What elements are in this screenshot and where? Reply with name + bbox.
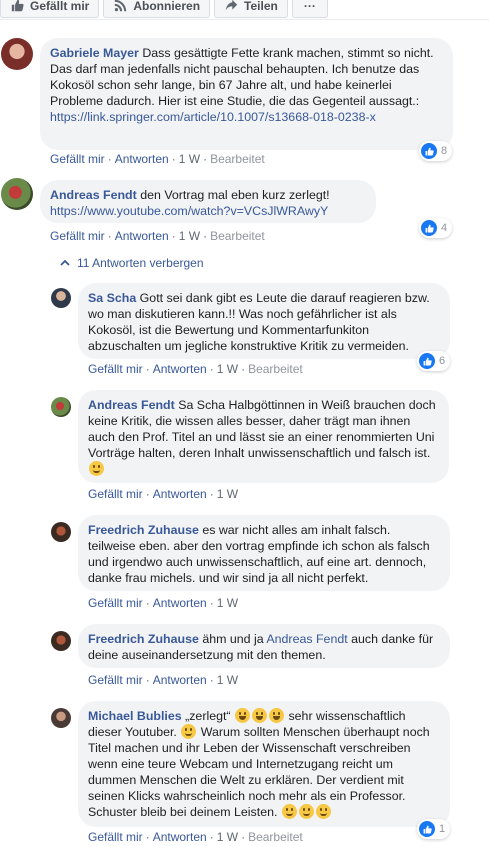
- like-comment-link[interactable]: Gefällt mir: [88, 830, 143, 844]
- reaction-count[interactable]: 1: [417, 819, 451, 839]
- edited-label[interactable]: Bearbeitet: [248, 362, 303, 376]
- comment-time[interactable]: 1 W: [217, 596, 238, 610]
- like-comment-link[interactable]: Gefällt mir: [88, 362, 143, 376]
- avatar[interactable]: [51, 631, 71, 651]
- thinking-emoji-icon: [89, 461, 104, 476]
- comment-time[interactable]: 1 W: [179, 229, 200, 243]
- laughing-emoji-icon: [252, 708, 268, 723]
- comment-author[interactable]: Andreas Fendt: [50, 188, 137, 202]
- reply-link[interactable]: Antworten: [115, 152, 169, 166]
- like-reaction-icon: [421, 143, 437, 159]
- reply-link[interactable]: Antworten: [153, 596, 207, 610]
- reaction-count[interactable]: 8: [419, 141, 453, 161]
- reaction-count[interactable]: 6: [417, 351, 451, 371]
- reply-author[interactable]: Sa Scha: [88, 291, 136, 305]
- reply-link[interactable]: Antworten: [153, 830, 207, 844]
- reply-actions: Gefällt mir · Antworten · 1 W: [88, 487, 239, 501]
- reply-bubble: Freedrich Zuhause es war nicht alles am …: [78, 515, 450, 591]
- avatar[interactable]: [1, 38, 33, 70]
- edited-label[interactable]: Bearbeitet: [210, 152, 265, 166]
- like-reaction-icon: [421, 220, 437, 236]
- reply-text: Warum sollten Menschen überhaupt noch Ti…: [88, 725, 430, 819]
- thinking-emoji-icon: [181, 724, 197, 739]
- thinking-emoji-icon: [315, 804, 331, 819]
- reply-link[interactable]: Antworten: [115, 229, 169, 243]
- like-comment-link[interactable]: Gefällt mir: [88, 487, 143, 501]
- hide-replies-label: 11 Antworten verbergen: [77, 256, 204, 270]
- share-arrow-icon: [224, 0, 238, 13]
- comment-time[interactable]: 1 W: [217, 673, 238, 687]
- more-options-label: ···: [303, 0, 316, 13]
- reply-actions: Gefällt mir · Antworten · 1 W: [88, 596, 239, 610]
- share-label: Teilen: [244, 0, 278, 13]
- comment-time[interactable]: 1 W: [217, 487, 238, 501]
- reaction-number: 4: [441, 222, 448, 234]
- avatar[interactable]: [51, 708, 71, 728]
- reaction-count[interactable]: 4: [419, 218, 453, 238]
- chevron-up-icon: [60, 258, 70, 268]
- reply-bubble: Sa Scha Gott sei dank gibt es Leute die …: [78, 283, 450, 359]
- comment-time[interactable]: 1 W: [217, 830, 238, 844]
- comment-bubble: Andreas Fendt den Vortrag mal eben kurz …: [40, 180, 376, 223]
- reaction-number: 1: [439, 823, 446, 835]
- like-post-label: Gefällt mir: [30, 0, 90, 13]
- reaction-number: 6: [439, 355, 446, 367]
- like-reaction-icon: [419, 353, 435, 369]
- edited-label[interactable]: Bearbeitet: [210, 229, 265, 243]
- thinking-emoji-icon: [281, 804, 297, 819]
- reply-author[interactable]: Freedrich Zuhause: [88, 523, 199, 537]
- avatar[interactable]: [51, 288, 71, 308]
- divider: [0, 19, 489, 20]
- reply-actions: Gefällt mir · Antworten · 1 W · Bearbeitet: [88, 362, 303, 376]
- like-comment-link[interactable]: Gefällt mir: [50, 229, 105, 243]
- avatar[interactable]: [51, 522, 71, 542]
- hide-replies-toggle[interactable]: 11 Antworten verbergen: [60, 256, 204, 270]
- reply-link[interactable]: Antworten: [153, 487, 207, 501]
- comment-text: den Vortrag mal eben kurz zerlegt!: [140, 188, 330, 202]
- comment-author[interactable]: Gabriele Mayer: [50, 46, 139, 60]
- laughing-emoji-icon: [269, 708, 285, 723]
- laughing-emoji-icon: [235, 708, 251, 723]
- more-options-button[interactable]: ···: [291, 0, 328, 18]
- share-button[interactable]: Teilen: [214, 0, 288, 18]
- comment-link[interactable]: https://link.springer.com/article/10.100…: [50, 110, 376, 124]
- edited-label[interactable]: Bearbeitet: [248, 830, 303, 844]
- thumbs-up-icon: [10, 0, 24, 13]
- mention-link[interactable]: Andreas Fendt: [266, 632, 347, 646]
- avatar[interactable]: [1, 178, 33, 210]
- reply-link[interactable]: Antworten: [153, 362, 207, 376]
- like-comment-link[interactable]: Gefällt mir: [88, 673, 143, 687]
- reaction-number: 8: [441, 145, 448, 157]
- subscribe-label: Abonnieren: [133, 0, 201, 13]
- comment-time[interactable]: 1 W: [217, 362, 238, 376]
- avatar[interactable]: [51, 397, 71, 417]
- reply-author[interactable]: Freedrich Zuhause: [88, 632, 199, 646]
- like-post-button[interactable]: Gefällt mir: [0, 0, 100, 18]
- reply-actions: Gefällt mir · Antworten · 1 W: [88, 673, 239, 687]
- rss-icon: [113, 0, 127, 13]
- comment-link[interactable]: https://www.youtube.com/watch?v=VCsJlWRA…: [50, 204, 328, 218]
- like-comment-link[interactable]: Gefällt mir: [88, 596, 143, 610]
- reply-actions: Gefällt mir · Antworten · 1 W · Bearbeitet: [88, 830, 303, 844]
- like-comment-link[interactable]: Gefällt mir: [50, 152, 105, 166]
- comment-bubble: Gabriele Mayer Dass gesättigte Fette kra…: [40, 38, 453, 150]
- subscribe-button[interactable]: Abonnieren: [103, 0, 211, 18]
- comment-actions: Gefällt mir · Antworten · 1 W · Bearbeitet: [50, 229, 265, 243]
- comment-time[interactable]: 1 W: [179, 152, 200, 166]
- reply-bubble: Andreas Fendt Sa Scha Halbgöttinnen in W…: [78, 390, 449, 483]
- reply-bubble: Freedrich Zuhause ähm und ja Andreas Fen…: [78, 624, 450, 668]
- reply-text: ähm und ja: [202, 632, 264, 646]
- post-action-bar: Gefällt mir Abonnieren Teilen ···: [0, 0, 332, 20]
- reply-author[interactable]: Andreas Fendt: [88, 398, 175, 412]
- like-reaction-icon: [419, 821, 435, 837]
- comment-actions: Gefällt mir · Antworten · 1 W · Bearbeitet: [50, 152, 265, 166]
- reply-author[interactable]: Michael Bublies: [88, 709, 182, 723]
- reply-text: „zerlegt“: [185, 709, 231, 723]
- reply-bubble: Michael Bublies „zerlegt“ sehr wissensch…: [78, 701, 450, 827]
- reply-link[interactable]: Antworten: [153, 673, 207, 687]
- reply-text: Gott sei dank gibt es Leute die darauf r…: [88, 291, 430, 353]
- thinking-emoji-icon: [298, 804, 314, 819]
